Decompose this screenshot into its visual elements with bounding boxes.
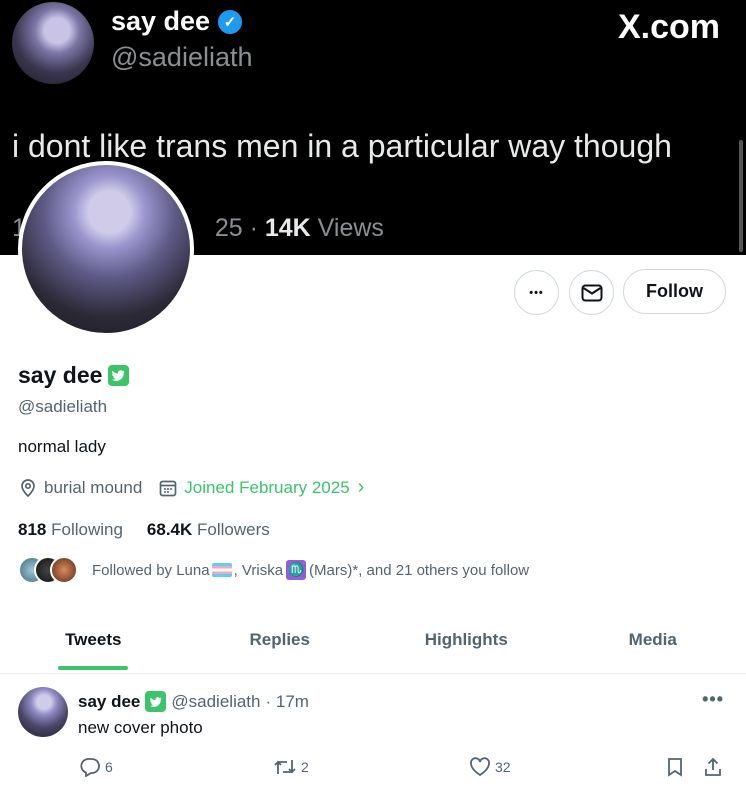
bird-icon (112, 370, 125, 381)
tweet-header: say dee @sadieliath · 17m (78, 691, 309, 712)
tweet-actions: 6 2 32 (0, 757, 746, 781)
like-count: 32 (495, 759, 511, 775)
heart-icon (470, 757, 490, 777)
joined-text: Joined February 2025 (184, 477, 350, 497)
tab-replies[interactable]: Replies (187, 618, 374, 673)
tweet-text: new cover photo (78, 718, 203, 737)
cover-tweet-handle: @sadieliath (111, 42, 253, 72)
verified-badge-icon: ✓ (218, 9, 243, 34)
share-button[interactable] (703, 757, 723, 777)
profile-tabs: Tweets Replies Highlights Media (0, 618, 746, 674)
follow-button[interactable]: Follow (623, 269, 726, 314)
envelope-icon (581, 284, 602, 301)
retweet-icon (274, 760, 296, 774)
cover-meta-date: 25 · (214, 214, 265, 242)
profile-name: say dee (18, 362, 130, 389)
trans-flag-icon (211, 563, 232, 577)
tweet-author-handle[interactable]: @sadieliath (171, 692, 260, 712)
share-icon (705, 757, 721, 776)
followers-link[interactable]: 68.4K Followers (147, 520, 270, 540)
location-pin-icon (21, 478, 35, 497)
tweet[interactable]: say dee @sadieliath · 17m ••• new cover … (0, 675, 746, 796)
profile-bio: normal lady (18, 437, 106, 456)
followers-count: 68.4K (146, 520, 193, 539)
followers-label: Followers (197, 520, 270, 539)
followed-by-text-mid: , Vriska (233, 561, 284, 579)
cover-x-logo: X.com (617, 8, 720, 46)
message-button[interactable] (569, 270, 614, 315)
reply-icon (80, 758, 100, 777)
profile-meta: burial mound Joined February 2025 › (18, 476, 380, 499)
cover-tweet-text: i dont like trans men in a particular wa… (12, 128, 672, 164)
cover-tweet-avatar (12, 2, 94, 84)
cover-views-label: Views (317, 214, 384, 242)
followed-by-avatars (18, 556, 80, 584)
chevron-right-icon: › (357, 476, 365, 498)
follow-counts: 818 Following 68.4K Followers (18, 520, 270, 540)
bookmark-icon (668, 758, 682, 777)
cover-tweet-name: say dee ✓ (111, 6, 243, 37)
tweet-avatar[interactable] (18, 687, 68, 737)
followed-by-text-end: (Mars)*, and 21 others you follow (309, 561, 530, 579)
bird-icon (149, 696, 162, 707)
retweet-button[interactable]: 2 (273, 757, 309, 777)
followed-by-text-start: Followed by Luna (92, 561, 210, 579)
tab-label: Media (628, 630, 677, 649)
tweet-time[interactable]: · 17m (265, 692, 308, 712)
scorpio-sign-icon: ♏ (286, 560, 307, 580)
profile-avatar[interactable] (18, 161, 194, 337)
tweet-more-button[interactable]: ••• (702, 689, 724, 710)
profile-handle: @sadieliath (18, 397, 108, 416)
reply-count: 6 (105, 759, 113, 775)
following-count: 818 (18, 520, 47, 539)
bookmark-button[interactable] (665, 757, 685, 777)
tab-media[interactable]: Media (560, 618, 746, 673)
tab-highlights[interactable]: Highlights (373, 618, 560, 673)
profile-location: burial mound (18, 478, 142, 498)
cover-tweet-name-text: say dee (111, 6, 211, 36)
profile-name-text: say dee (18, 362, 103, 388)
calendar-icon (159, 480, 177, 496)
tab-label: Highlights (424, 630, 508, 649)
tab-tweets[interactable]: Tweets (0, 618, 187, 673)
more-options-button[interactable]: ••• (514, 270, 559, 315)
profile-joined[interactable]: Joined February 2025 › (158, 476, 364, 499)
retweet-count: 2 (301, 759, 309, 775)
active-tab-indicator (58, 666, 129, 670)
following-label: Following (51, 520, 123, 539)
tweet-author-name[interactable]: say dee (78, 692, 140, 712)
following-link[interactable]: 818 Following (18, 520, 123, 540)
verified-badge-icon[interactable] (108, 365, 130, 386)
location-text: burial mound (44, 477, 143, 497)
reply-button[interactable]: 6 (79, 757, 113, 777)
followed-by[interactable]: Followed by Luna , Vriska ♏ (Mars)*, and… (18, 556, 529, 584)
cover-views-count: 14K (264, 214, 311, 242)
cover-scrollbar (739, 140, 743, 252)
more-icon: ••• (529, 286, 544, 299)
tab-label: Replies (249, 630, 310, 649)
verified-badge-icon (145, 691, 167, 712)
like-button[interactable]: 32 (469, 757, 511, 777)
follower-avatar (50, 556, 78, 584)
